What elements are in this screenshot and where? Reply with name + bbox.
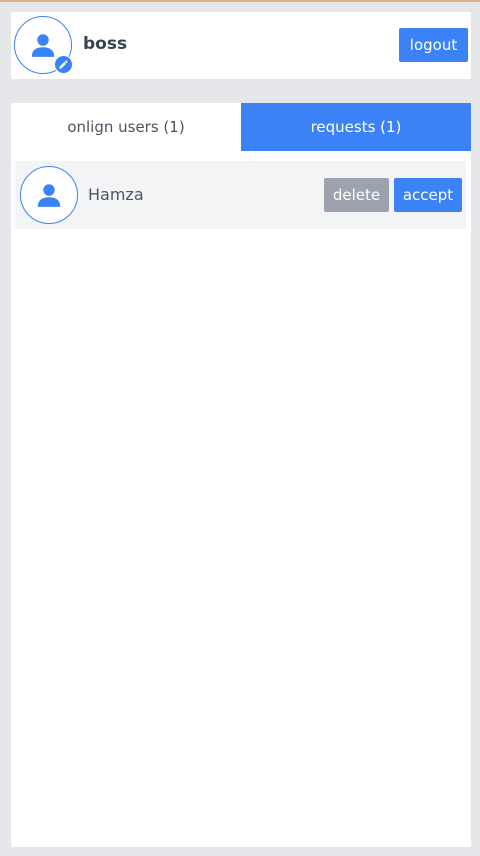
profile-header: boss logout [11,12,471,79]
edit-profile-button[interactable] [54,55,73,74]
username-label: boss [83,34,128,54]
delete-request-button[interactable]: delete [324,178,389,212]
request-avatar [20,166,78,224]
user-icon [37,184,61,207]
request-item: Hamza delete accept [15,161,466,229]
pencil-icon [59,60,68,69]
user-icon [31,34,55,57]
tab-requests[interactable]: requests (1) [241,103,471,151]
accept-request-button[interactable]: accept [394,178,462,212]
users-panel: onlign users (1) requests (1) Hamza dele… [11,103,471,847]
request-name: Hamza [88,185,144,204]
tab-online-users[interactable]: onlign users (1) [11,103,241,151]
logout-button[interactable]: logout [399,28,468,62]
